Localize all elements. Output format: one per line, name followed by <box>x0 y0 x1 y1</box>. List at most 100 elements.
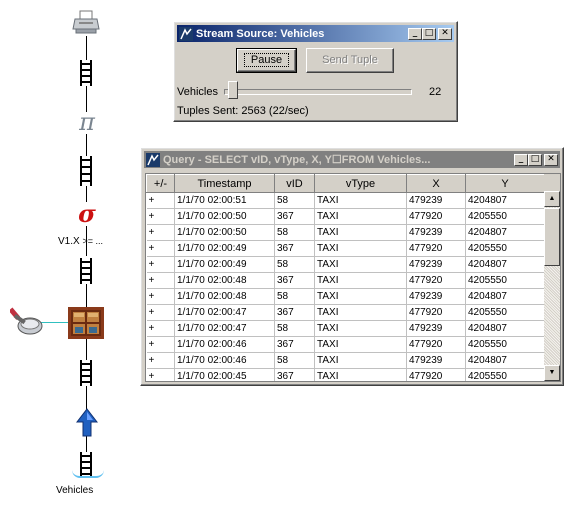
table-cell: 477920 <box>406 272 466 289</box>
table-row[interactable]: +1/1/70 02:00:47 58 TAXI 479239 4204807 <box>146 320 545 337</box>
table-cell: 479239 <box>406 352 466 369</box>
printer-icon[interactable] <box>72 10 100 39</box>
table-cell: 477920 <box>406 368 466 381</box>
pi-icon[interactable]: π <box>74 108 100 137</box>
table-cell: 477920 <box>406 240 466 257</box>
table-cell: 367 <box>274 336 315 353</box>
scroll-thumb[interactable] <box>544 208 560 266</box>
table-row[interactable]: +1/1/70 02:00:48 367 TAXI 477920 4205550 <box>146 272 545 289</box>
column-header[interactable]: X <box>406 174 466 193</box>
maximize-button[interactable]: □ <box>422 27 436 40</box>
table-row[interactable]: +1/1/70 02:00:51 58 TAXI 479239 4204807 <box>146 192 545 209</box>
table-cell: 4204807 <box>465 224 545 241</box>
table-cell: 1/1/70 02:00:45 <box>174 368 275 381</box>
column-header[interactable]: +/- <box>146 174 175 193</box>
send-tuple-button[interactable]: Send Tuple <box>306 48 394 73</box>
table-cell: 1/1/70 02:00:47 <box>174 320 275 337</box>
table-row[interactable]: +1/1/70 02:00:50 58 TAXI 479239 4204807 <box>146 224 545 241</box>
magnifier-icon[interactable] <box>8 306 44 341</box>
table-cell: 58 <box>274 256 315 273</box>
table-cell: TAXI <box>314 288 407 305</box>
table-cell: 4205550 <box>465 336 545 353</box>
table-cell: TAXI <box>314 368 407 381</box>
pause-button-label: Pause <box>243 53 290 67</box>
source-window-titlebar[interactable]: Stream Source: Vehicles _ □ ✕ <box>177 25 454 42</box>
plan-edge <box>86 284 87 308</box>
table-cell: 479239 <box>406 288 466 305</box>
select-attribute: V1.X <box>58 236 80 247</box>
plan-edge <box>86 186 87 202</box>
table-cell: 4205550 <box>465 368 545 381</box>
table-cell: TAXI <box>314 304 407 321</box>
maximize-button[interactable]: □ <box>528 153 542 166</box>
query-plan-diagram: π σ V1.X >= ... Vehicles <box>0 0 140 513</box>
table-cell: 479239 <box>406 320 466 337</box>
table-cell: 477920 <box>406 336 466 353</box>
table-row[interactable]: +1/1/70 02:00:45 367 TAXI 477920 4205550 <box>146 368 545 381</box>
table-cell: TAXI <box>314 256 407 273</box>
table-cell: + <box>146 224 175 241</box>
close-button[interactable]: ✕ <box>438 27 452 40</box>
app-icon <box>146 152 160 167</box>
vehicles-slider-track[interactable] <box>224 89 412 95</box>
query-window-titlebar[interactable]: Query - SELECT vID, vType, X, Y☐FROM Veh… <box>144 151 560 168</box>
table-cell: 4204807 <box>465 256 545 273</box>
queue-ladder-icon[interactable] <box>79 60 93 86</box>
column-header[interactable]: vType <box>314 174 407 193</box>
sigma-icon[interactable]: σ <box>74 199 100 229</box>
table-cell: 58 <box>274 192 315 209</box>
vertical-scrollbar[interactable]: ▲ ▼ <box>544 191 560 381</box>
queue-ladder-icon[interactable] <box>79 258 93 284</box>
column-header[interactable]: vID <box>274 174 315 193</box>
table-cell: 58 <box>274 288 315 305</box>
results-table[interactable]: +/- Timestamp vID vType X Y +1/1/70 02:00:51 5… <box>145 173 561 382</box>
table-cell: 367 <box>274 368 315 381</box>
stream-source-window: Stream Source: Vehicles _ □ ✕ Pause Send… <box>173 21 458 122</box>
column-header[interactable]: Y <box>465 174 545 193</box>
table-row[interactable]: +1/1/70 02:00:48 58 TAXI 479239 4204807 <box>146 288 545 305</box>
vehicles-slider-label: Vehicles <box>177 86 218 98</box>
svg-text:σ: σ <box>78 202 96 226</box>
table-cell: TAXI <box>314 352 407 369</box>
table-cell: 58 <box>274 320 315 337</box>
table-cell: 1/1/70 02:00:49 <box>174 240 275 257</box>
table-cell: 1/1/70 02:00:48 <box>174 272 275 289</box>
app-icon <box>179 26 193 41</box>
table-cell: + <box>146 368 175 381</box>
table-cell: 367 <box>274 240 315 257</box>
table-cell: 477920 <box>406 304 466 321</box>
table-row[interactable]: +1/1/70 02:00:46 367 TAXI 477920 4205550 <box>146 336 545 353</box>
table-row[interactable]: +1/1/70 02:00:47 367 TAXI 477920 4205550 <box>146 304 545 321</box>
table-row[interactable]: +1/1/70 02:00:50 367 TAXI 477920 4205550 <box>146 208 545 225</box>
table-cell: + <box>146 336 175 353</box>
minimize-button[interactable]: _ <box>408 27 422 40</box>
select-predicate-label: V1.X >= ... <box>58 236 103 247</box>
vehicles-slider-value: 22 <box>429 86 442 98</box>
table-row[interactable]: +1/1/70 02:00:46 58 TAXI 479239 4204807 <box>146 352 545 369</box>
table-cell: TAXI <box>314 208 407 225</box>
table-cell: + <box>146 304 175 321</box>
minimize-button[interactable]: _ <box>514 153 528 166</box>
up-arrow-icon[interactable] <box>75 408 99 441</box>
scroll-up-icon[interactable]: ▲ <box>544 191 560 207</box>
select-operator: >= ... <box>82 236 103 246</box>
vehicles-slider-thumb[interactable] <box>227 81 238 99</box>
join-window-icon[interactable] <box>68 307 104 342</box>
table-cell: 58 <box>274 352 315 369</box>
table-cell: 1/1/70 02:00:51 <box>174 192 275 209</box>
pause-button[interactable]: Pause <box>236 48 297 73</box>
table-row[interactable]: +1/1/70 02:00:49 58 TAXI 479239 4204807 <box>146 256 545 273</box>
table-row[interactable]: +1/1/70 02:00:49 367 TAXI 477920 4205550 <box>146 240 545 257</box>
column-header[interactable]: Timestamp <box>174 174 275 193</box>
close-button[interactable]: ✕ <box>544 153 558 166</box>
table-cell: TAXI <box>314 240 407 257</box>
queue-ladder-icon[interactable] <box>79 156 93 186</box>
scroll-down-icon[interactable]: ▼ <box>544 365 560 381</box>
queue-ladder-icon[interactable] <box>79 360 93 386</box>
table-cell: 477920 <box>406 208 466 225</box>
table-cell: TAXI <box>314 224 407 241</box>
query-window: Query - SELECT vID, vType, X, Y☐FROM Veh… <box>140 147 564 386</box>
table-cell: 4205550 <box>465 208 545 225</box>
table-cell: 1/1/70 02:00:47 <box>174 304 275 321</box>
table-cell: 1/1/70 02:00:46 <box>174 352 275 369</box>
